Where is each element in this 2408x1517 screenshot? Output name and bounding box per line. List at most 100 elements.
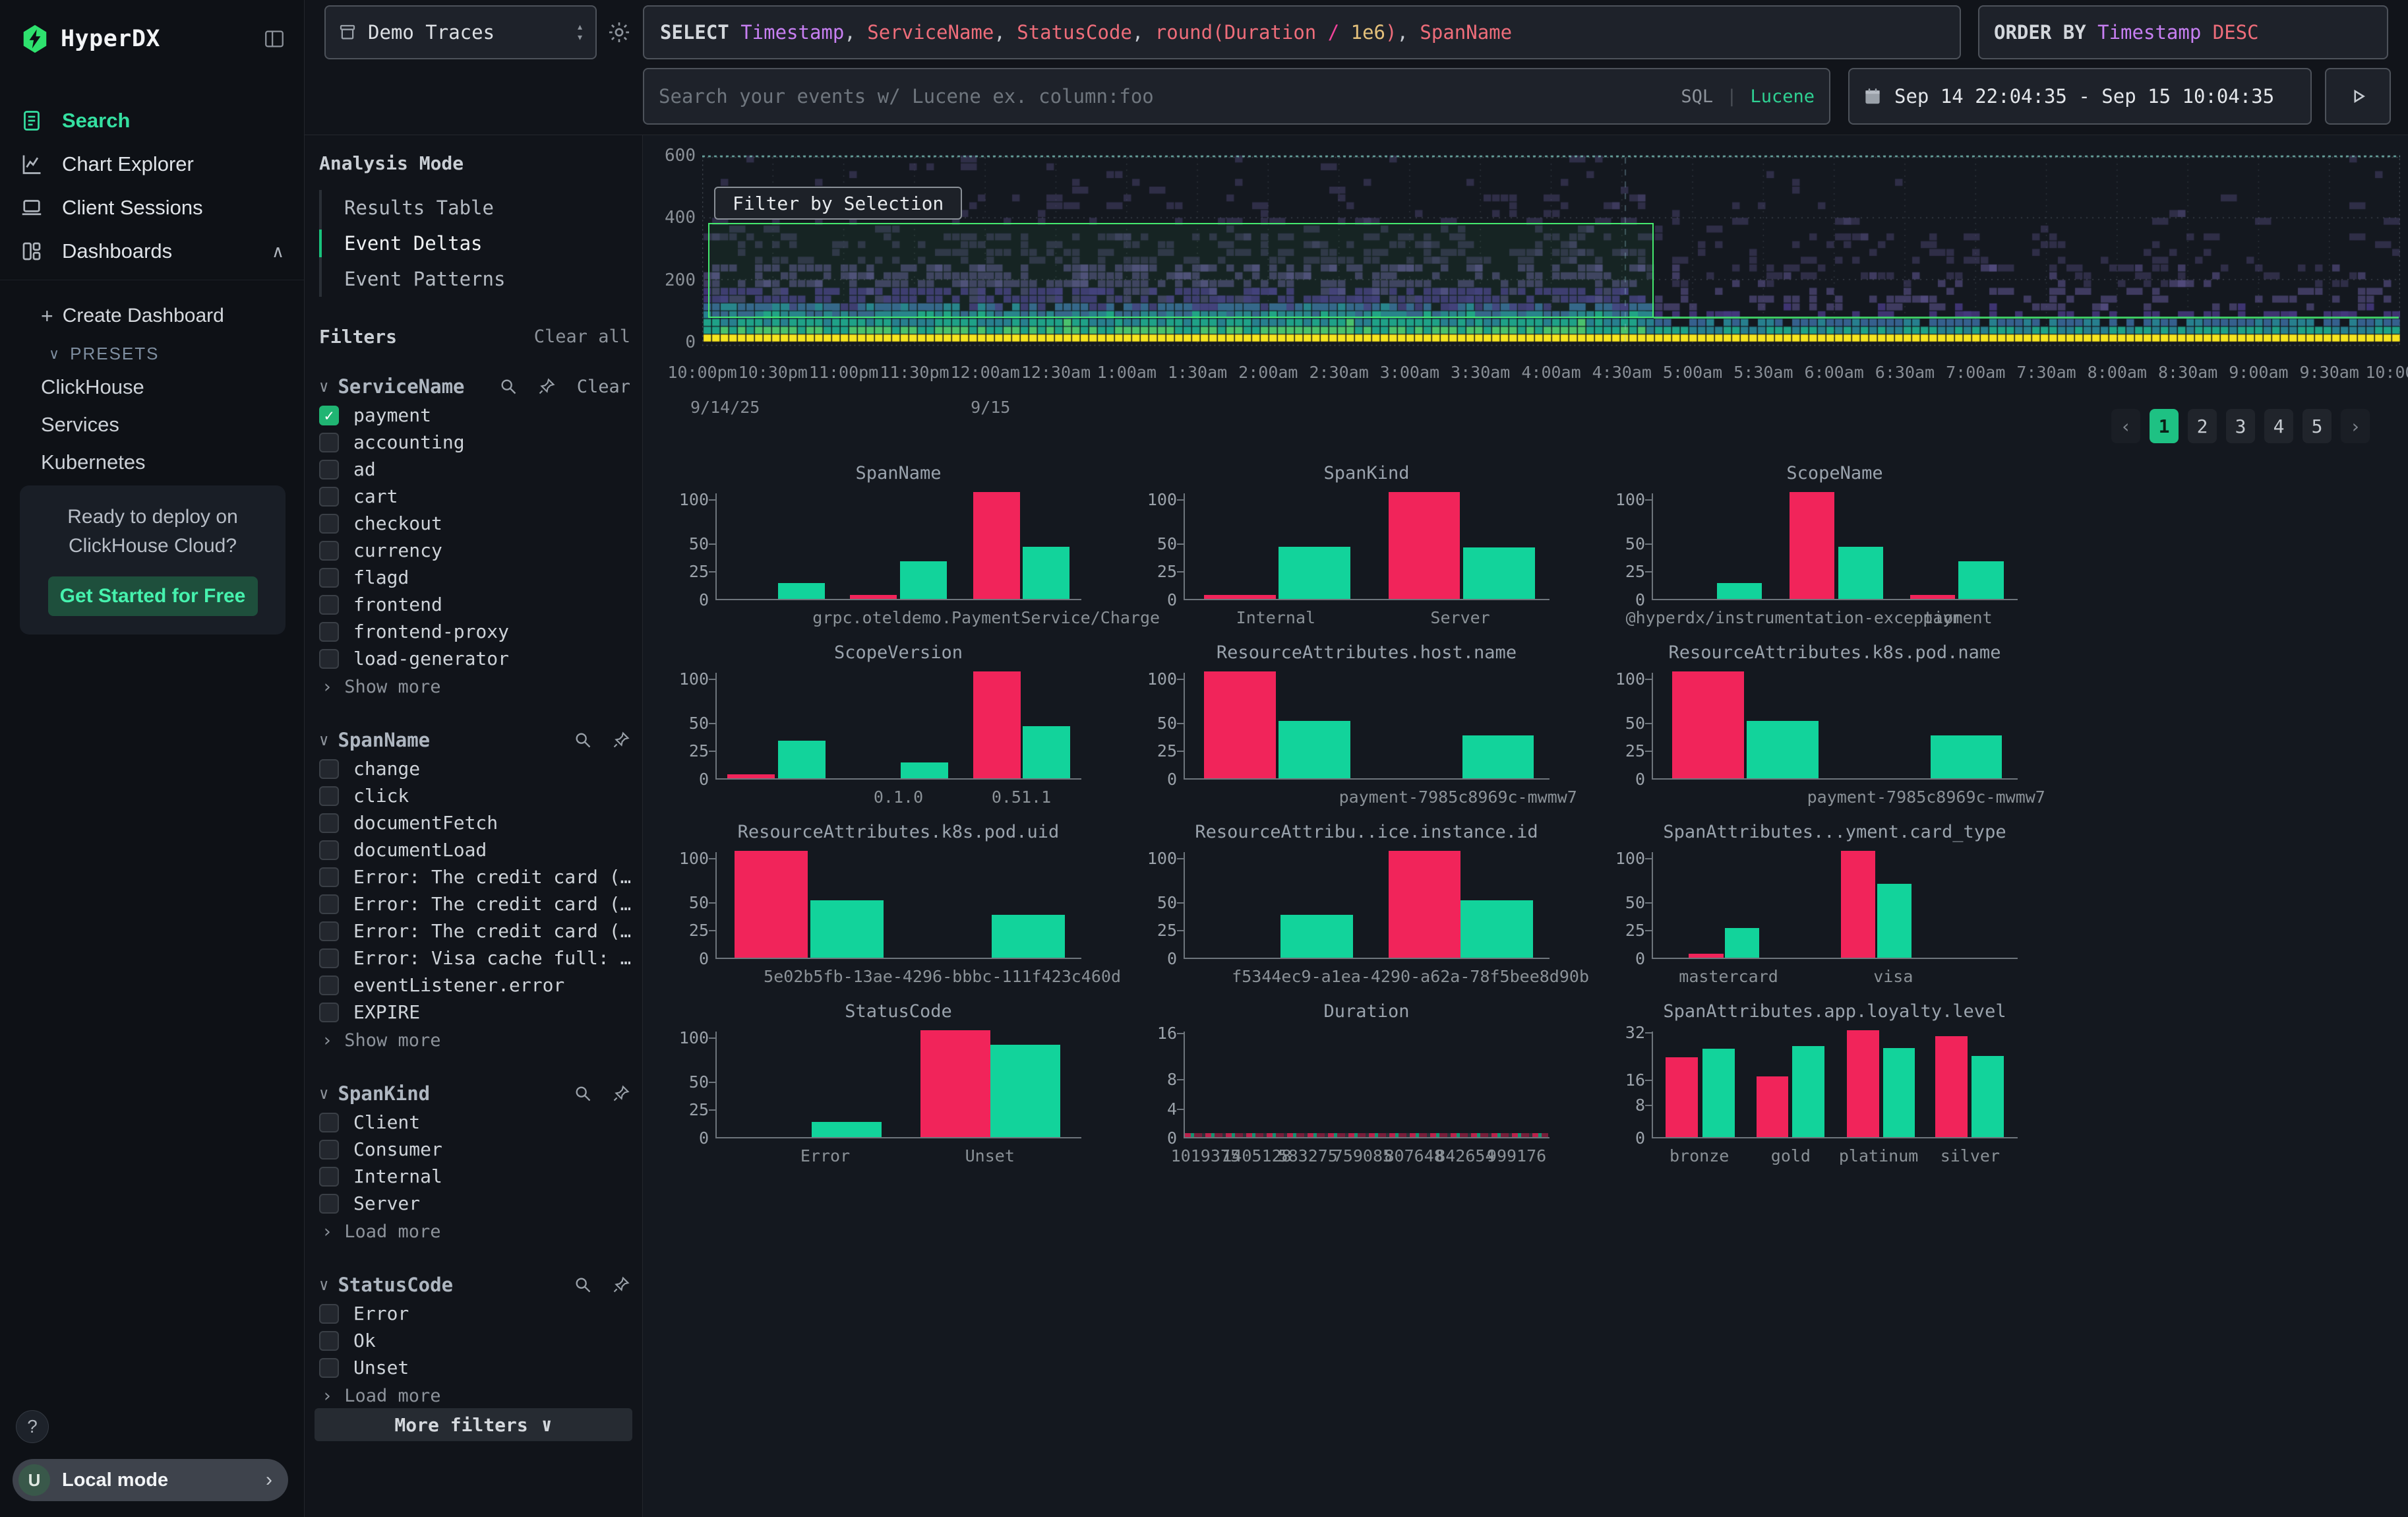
mode-lucene[interactable]: Lucene [1750,86,1815,107]
clear-filter-button[interactable]: Clear [577,377,630,397]
analysis-mode-results-table[interactable]: Results Table [322,190,630,226]
bar-green[interactable] [1747,721,1819,778]
filter-option-ok[interactable]: Ok [319,1327,630,1354]
checkbox[interactable] [319,514,339,534]
bar-red[interactable] [1672,671,1744,778]
checkbox[interactable] [319,894,339,914]
pagination-page-3[interactable]: 3 [2226,409,2255,443]
pagination-page-4[interactable]: 4 [2264,409,2293,443]
bar-green[interactable] [1931,735,2002,778]
bar-red[interactable] [1757,1076,1789,1137]
bar-green[interactable] [812,1122,881,1137]
filter-option-checkout[interactable]: checkout [319,510,630,537]
filter-option-unset[interactable]: Unset [319,1354,630,1381]
filter-option-error-visa-cache-full-[interactable]: Error: Visa cache full: … [319,944,630,972]
pagination-page-2[interactable]: 2 [2188,409,2217,443]
filter-option-expire[interactable]: EXPIRE [319,999,630,1026]
checkbox[interactable] [319,1113,339,1132]
checkbox-checked[interactable]: ✓ [319,406,339,425]
chevron-up-icon[interactable]: ∧ [272,241,284,262]
bar-green[interactable] [1792,1046,1824,1138]
sidebar-item-search[interactable]: Search [0,99,304,142]
filter-option-cart[interactable]: cart [319,483,630,510]
bar-red[interactable] [973,492,1020,599]
checkbox[interactable] [319,1167,339,1187]
checkbox[interactable] [319,867,339,887]
bar-red[interactable] [973,671,1021,778]
pin-icon[interactable] [612,1084,630,1103]
chevron-down-icon[interactable]: ∨ [319,1276,328,1294]
checkbox[interactable] [319,433,339,452]
bar-red[interactable] [1204,671,1276,778]
filter-option-accounting[interactable]: accounting [319,429,630,456]
bar-green[interactable] [1702,1049,1735,1137]
select-clause-input[interactable]: SELECT Timestamp, ServiceName, StatusCod… [643,5,1961,59]
checkbox[interactable] [319,840,339,860]
checkbox[interactable] [319,541,339,561]
bar-red[interactable] [1666,1057,1698,1138]
bar-red[interactable] [850,595,897,599]
filter-option-documentfetch[interactable]: documentFetch [319,809,630,836]
filter-option-frontend-proxy[interactable]: frontend-proxy [319,618,630,645]
bar-green[interactable] [1877,884,1911,958]
filter-group-name[interactable]: StatusCode [338,1274,554,1296]
time-range-picker[interactable]: Sep 14 22:04:35 - Sep 15 10:04:35 [1848,68,2312,125]
checkbox[interactable] [319,921,339,941]
preset-kubernetes[interactable]: Kubernetes [0,443,304,481]
filter-option-click[interactable]: click [319,782,630,809]
filter-option-currency[interactable]: currency [319,537,630,564]
get-started-button[interactable]: Get Started for Free [48,576,258,616]
filter-group-name[interactable]: ServiceName [338,375,479,398]
filter-option-documentload[interactable]: documentLoad [319,836,630,863]
filter-option-error-the-credit-card-[interactable]: Error: The credit card (… [319,917,630,944]
bar-green[interactable] [1717,583,1762,599]
checkbox[interactable] [319,975,339,995]
filter-option-ad[interactable]: ad [319,456,630,483]
bar-green[interactable] [1725,928,1759,958]
bar-green[interactable] [1279,547,1350,599]
show-more-button[interactable]: ›Load more [319,1381,630,1410]
bar-red[interactable] [1910,595,1955,599]
bar-red[interactable] [1389,492,1460,599]
presets-header[interactable]: ∨ PRESETS [0,334,304,368]
checkbox[interactable] [319,649,339,669]
mode-sql[interactable]: SQL [1681,86,1713,107]
bar-green[interactable] [1280,915,1353,958]
checkbox[interactable] [319,759,339,779]
filter-option-server[interactable]: Server [319,1190,630,1217]
local-mode-menu[interactable]: U Local mode › [13,1459,288,1501]
checkbox[interactable] [319,1331,339,1351]
sidebar-item-client-sessions[interactable]: Client Sessions [0,186,304,230]
filter-option-eventlistener-error[interactable]: eventListener.error [319,972,630,999]
chevron-down-icon[interactable]: ∨ [319,1084,328,1103]
sidebar-item-chart-explorer[interactable]: Chart Explorer [0,142,304,186]
filter-by-selection-button[interactable]: Filter by Selection [714,187,962,220]
sidebar-collapse-icon[interactable] [263,28,286,50]
bar-green[interactable] [1463,547,1535,599]
checkbox[interactable] [319,487,339,507]
checkbox[interactable] [319,622,339,642]
clear-all-button[interactable]: Clear all [534,326,630,347]
bar-green[interactable] [810,900,884,958]
pagination-next-button[interactable]: › [2341,409,2370,443]
checkbox[interactable] [319,595,339,615]
bar-red[interactable] [1689,954,1723,958]
checkbox[interactable] [319,1358,339,1378]
bar-green[interactable] [1023,726,1070,778]
more-filters-button[interactable]: More filters ∨ [315,1408,632,1441]
analysis-mode-event-deltas[interactable]: Event Deltas [322,226,630,261]
filter-option-frontend[interactable]: frontend [319,591,630,618]
pagination-page-1[interactable]: 1 [2150,409,2179,443]
show-more-button[interactable]: ›Load more [319,1217,630,1246]
source-select[interactable]: Demo Traces ▴▾ [324,5,597,59]
bar-red[interactable] [735,851,808,958]
bar-green[interactable] [1279,721,1350,778]
checkbox[interactable] [319,568,339,588]
analysis-mode-event-patterns[interactable]: Event Patterns [322,261,630,297]
pin-icon[interactable] [612,731,630,749]
bar-green[interactable] [778,583,825,599]
filter-option-client[interactable]: Client [319,1109,630,1136]
bar-green[interactable] [1838,547,1883,599]
filter-option-internal[interactable]: Internal [319,1163,630,1190]
show-more-button[interactable]: ›Show more [319,1026,630,1055]
